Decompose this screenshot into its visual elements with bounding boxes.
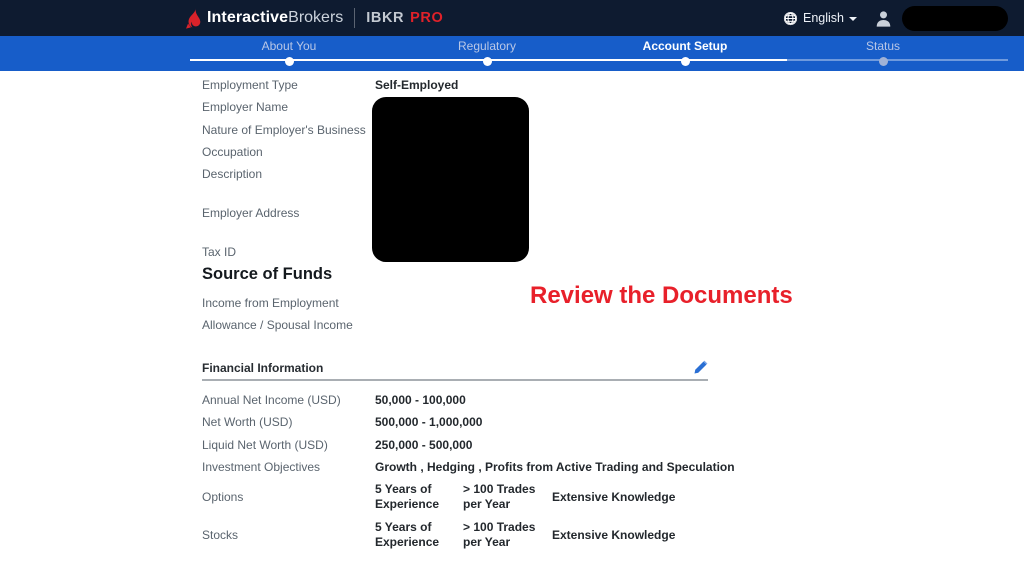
language-label: English xyxy=(803,11,844,25)
financial-information-title: Financial Information xyxy=(202,360,324,375)
step-status[interactable]: Status xyxy=(784,39,982,66)
experience-knowledge: Extensive Knowledge xyxy=(552,489,676,504)
experience-knowledge: Extensive Knowledge xyxy=(552,527,676,542)
language-selector[interactable]: English xyxy=(783,11,857,26)
fin-row-annual-net-income: Annual Net Income (USD) 50,000 - 100,000 xyxy=(202,389,1012,411)
step-label: Status xyxy=(865,39,901,53)
experience-trades: > 100 Trades per Year xyxy=(463,520,536,550)
experience-trades: > 100 Trades per Year xyxy=(463,482,536,512)
field-value: 250,000 - 500,000 xyxy=(375,437,473,452)
user-icon[interactable] xyxy=(875,10,892,27)
brand-logo: Interactive Brokers IBKR PRO xyxy=(186,0,443,36)
stepper-steps: About You Regulatory Account Setup Statu… xyxy=(190,39,982,66)
financial-rows: Annual Net Income (USD) 50,000 - 100,000… xyxy=(202,389,1012,554)
field-label: Employer Name xyxy=(202,100,289,115)
brand-brokers-text: Brokers xyxy=(288,9,344,26)
field-label: Occupation xyxy=(202,145,263,160)
fin-row-investment-objectives: Investment Objectives Growth , Hedging ,… xyxy=(202,456,1012,478)
globe-icon xyxy=(783,11,798,25)
field-label: Stocks xyxy=(202,528,239,543)
source-of-funds-title: Source of Funds xyxy=(202,265,333,283)
field-row-employer-address: Employer Address xyxy=(202,201,1012,223)
field-label: Options xyxy=(202,490,244,505)
experience-years: 5 Years of Experience xyxy=(375,482,440,512)
progress-stepper: About You Regulatory Account Setup Statu… xyxy=(0,36,1024,71)
field-label: Employer Address xyxy=(202,205,300,220)
field-label: Description xyxy=(202,167,263,182)
edit-pencil-icon[interactable] xyxy=(693,360,708,375)
field-value: 500,000 - 1,000,000 xyxy=(375,415,483,430)
financial-information-header: Financial Information xyxy=(202,356,708,381)
step-regulatory[interactable]: Regulatory xyxy=(388,39,586,66)
plan-ibkr-text: IBKR xyxy=(366,10,405,26)
employment-section: Employment Type Self-Employed Employer N… xyxy=(202,74,1012,263)
step-label: Regulatory xyxy=(457,39,517,53)
field-value: Self-Employed xyxy=(375,78,459,93)
step-about-you[interactable]: About You xyxy=(190,39,388,66)
field-label: Investment Objectives xyxy=(202,460,321,475)
field-row-description: Description xyxy=(202,163,1012,185)
field-row-tax-id: Tax ID xyxy=(202,241,1012,263)
step-label: Account Setup xyxy=(642,39,728,53)
field-row-employment-type: Employment Type Self-Employed xyxy=(202,74,1012,96)
fin-row-net-worth: Net Worth (USD) 500,000 - 1,000,000 xyxy=(202,411,1012,433)
field-label: Tax ID xyxy=(202,244,237,259)
brand-divider xyxy=(354,8,356,28)
header-right-group: English xyxy=(783,0,1008,36)
step-dot xyxy=(680,57,690,66)
field-row-employer-name: Employer Name xyxy=(202,96,1012,118)
chevron-down-icon xyxy=(849,17,857,21)
brand-interactive-text: Interactive xyxy=(207,9,289,26)
review-documents-annotation: Review the Documents xyxy=(530,282,793,309)
field-row-employer-business: Nature of Employer's Business xyxy=(202,119,1012,141)
step-account-setup[interactable]: Account Setup xyxy=(586,39,784,66)
redacted-username xyxy=(902,5,1008,31)
experience-years: 5 Years of Experience xyxy=(375,520,440,550)
step-label: About You xyxy=(261,39,317,53)
step-dot xyxy=(878,57,888,66)
field-label: Annual Net Income (USD) xyxy=(202,393,341,408)
experience-row-options: Options 5 Years of Experience > 100 Trad… xyxy=(202,478,1012,516)
field-label: Liquid Net Worth (USD) xyxy=(202,437,328,452)
step-dot xyxy=(482,57,492,66)
fin-row-liquid-net-worth: Liquid Net Worth (USD) 250,000 - 500,000 xyxy=(202,434,1012,456)
field-label: Nature of Employer's Business xyxy=(202,122,366,137)
field-label: Net Worth (USD) xyxy=(202,415,293,430)
plan-pro-text: PRO xyxy=(410,10,444,26)
ib-flame-icon xyxy=(186,7,201,29)
source-item: Allowance / Spousal Income xyxy=(202,314,602,336)
top-header: Interactive Brokers IBKR PRO English xyxy=(0,0,1024,36)
field-value: 50,000 - 100,000 xyxy=(375,393,466,408)
step-dot xyxy=(284,57,294,66)
field-value: Growth , Hedging , Profits from Active T… xyxy=(375,460,735,475)
experience-row-stocks: Stocks 5 Years of Experience > 100 Trade… xyxy=(202,516,1012,554)
field-label: Employment Type xyxy=(202,78,298,93)
source-item-label: Income from Employment xyxy=(202,296,339,311)
redacted-values-box xyxy=(372,97,529,262)
source-item-label: Allowance / Spousal Income xyxy=(202,318,353,333)
field-row-occupation: Occupation xyxy=(202,141,1012,163)
